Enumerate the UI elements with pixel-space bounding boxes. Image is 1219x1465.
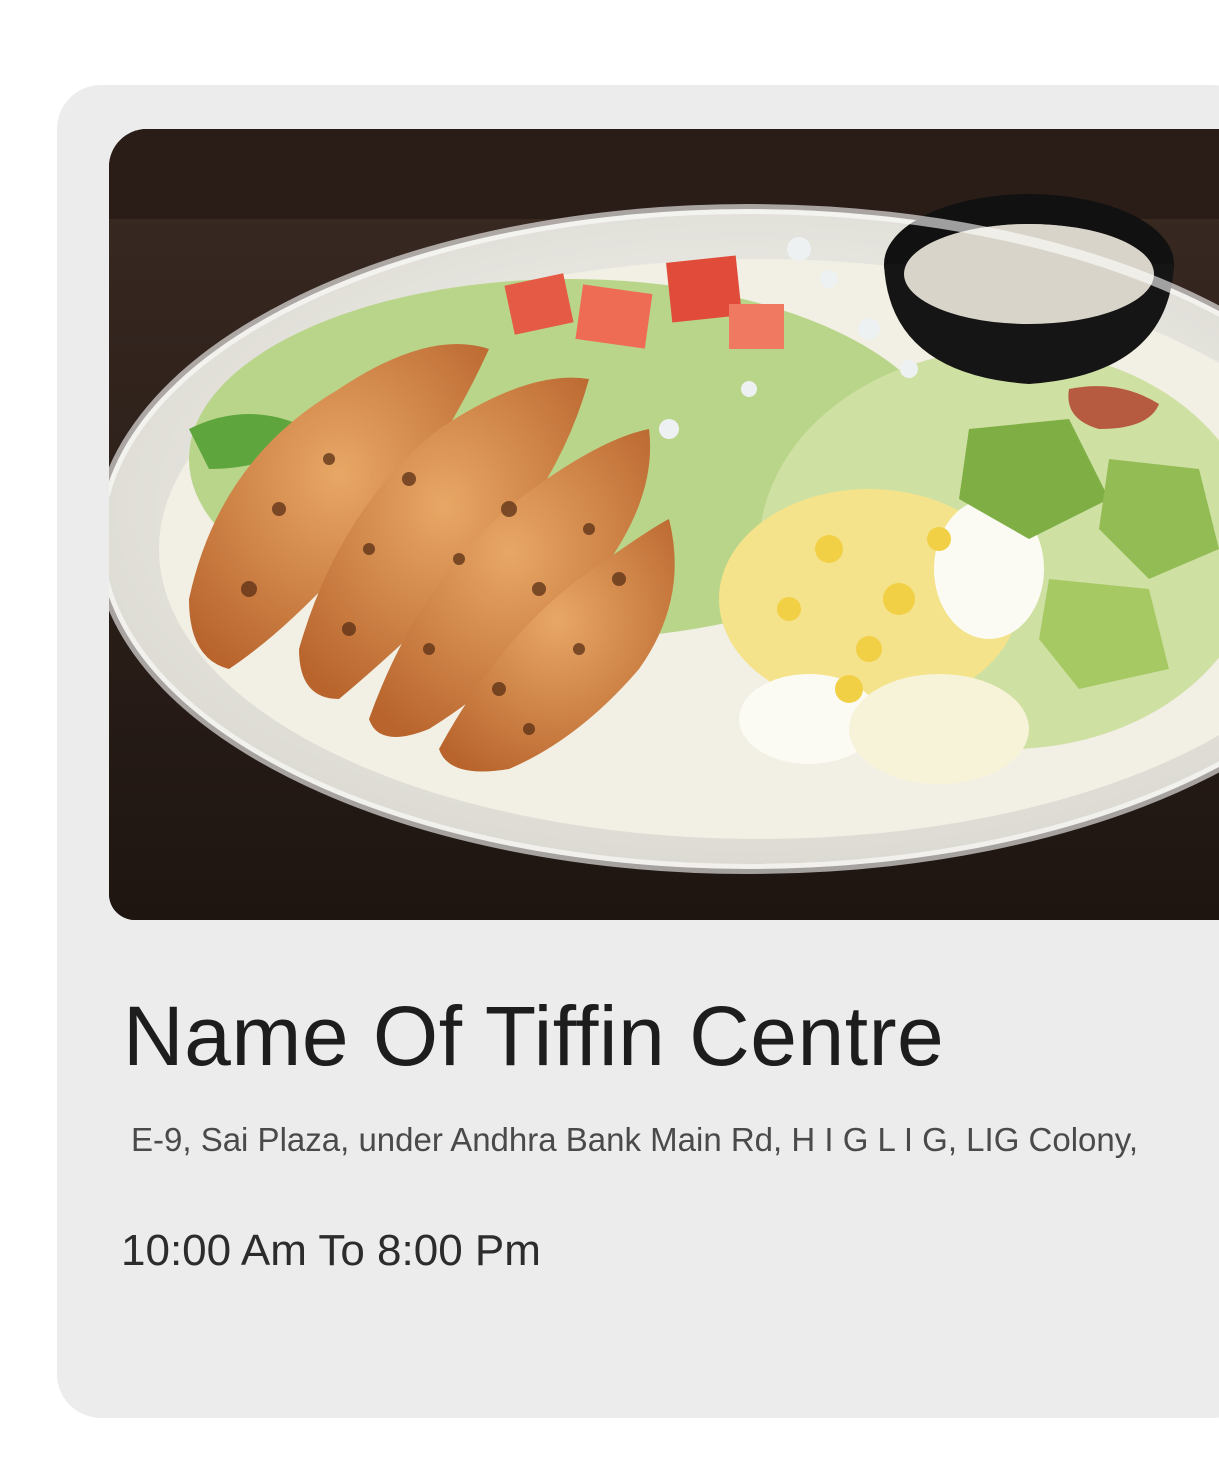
tiffin-centre-address: E-9, Sai Plaza, under Andhra Bank Main R… (131, 1121, 1138, 1158)
tiffin-centre-name: Name Of Tiffin Centre (123, 989, 945, 1083)
opening-hours: 10:00 Am To 8:00 Pm (121, 1226, 541, 1275)
tiffin-centre-card[interactable]: Name Of Tiffin Centre E-9, Sai Plaza, un… (57, 85, 1219, 1418)
food-image (109, 129, 1219, 920)
